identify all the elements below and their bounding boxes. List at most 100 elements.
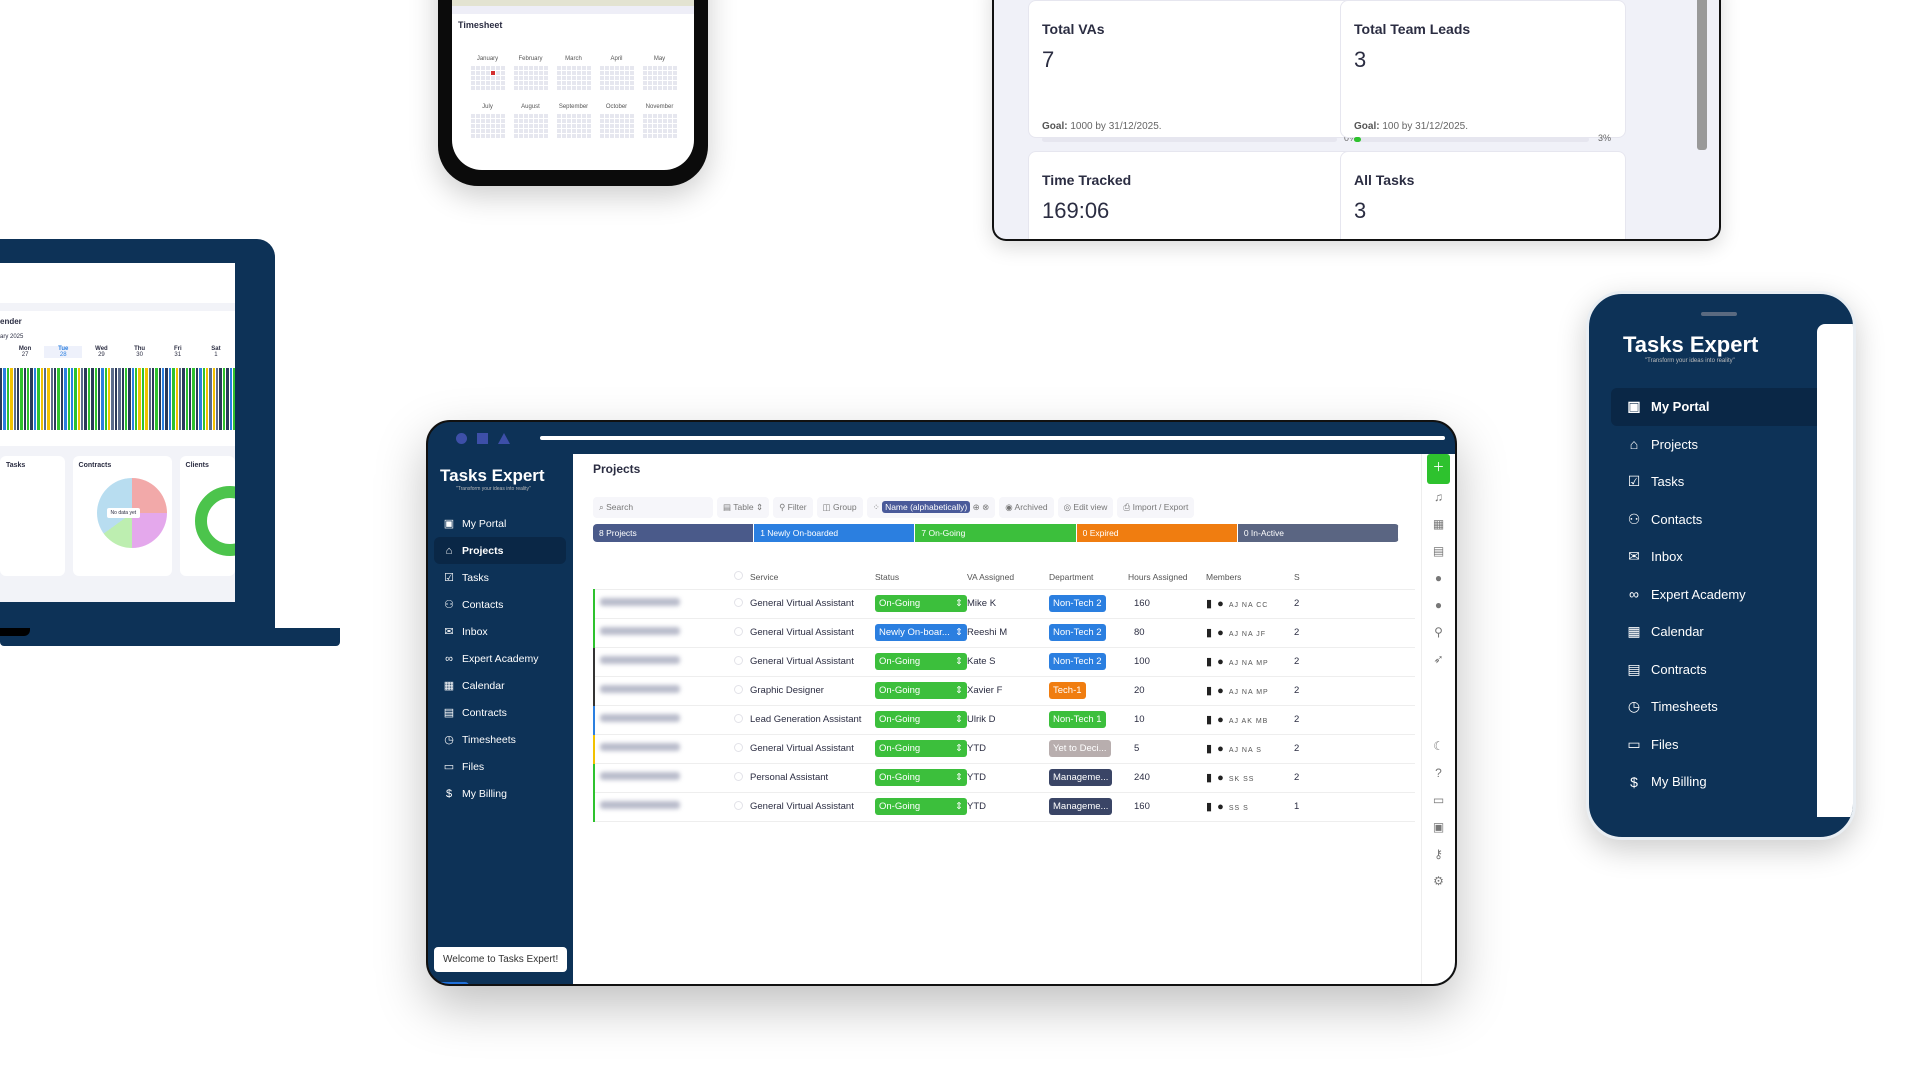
members-cell[interactable]: ▮ ● SS S — [1206, 792, 1294, 822]
sort-button[interactable]: ⁘ Name (alphabetically) ⊕ ⊗ — [866, 497, 996, 518]
sidebar-item-timesheets[interactable]: ◷ Timesheets — [434, 726, 566, 753]
scrollbar[interactable] — [1697, 0, 1707, 150]
status-select[interactable]: On-Going ⇕ — [875, 653, 967, 670]
sidebar-item-calendar[interactable]: ▦ Calendar — [434, 672, 566, 699]
calendar-day[interactable]: Tue 28 — [44, 346, 83, 358]
members-cell[interactable]: ▮ ● AJ NA S — [1206, 734, 1294, 764]
chat-button[interactable]: 💬︎ — [434, 982, 469, 984]
status-select[interactable]: On-Going ⇕ — [875, 769, 967, 786]
add-button[interactable]: ＋ — [1427, 454, 1450, 484]
sidebar-item-my-portal[interactable]: ▣ My Portal — [434, 510, 566, 537]
project-name[interactable] — [593, 792, 734, 822]
members-cell[interactable]: ▮ ● AJ NA JF — [1206, 618, 1294, 648]
column-header[interactable]: Hours Assigned — [1128, 565, 1206, 590]
row-select-radio[interactable] — [734, 676, 750, 706]
summary-segment[interactable]: 0 Expired — [1076, 524, 1238, 542]
edit-view-button[interactable]: ◎ Edit view — [1057, 497, 1114, 518]
department-badge[interactable]: Non-Tech 2 — [1049, 624, 1106, 641]
members-cell[interactable]: ▮ ● AJ NA MP — [1206, 647, 1294, 677]
row-select-radio[interactable] — [734, 705, 750, 735]
column-header[interactable]: Status — [875, 565, 967, 590]
filter-button[interactable]: ⚲ Filter — [773, 497, 813, 518]
folder-icon[interactable]: ▭ — [1422, 787, 1455, 814]
sidebar-item-projects[interactable]: ⌂ Projects — [1611, 426, 1845, 464]
table-row[interactable]: Lead Generation Assistant On-Going ⇕ Ulrik … — [593, 705, 1415, 735]
status-select[interactable]: On-Going ⇕ — [875, 798, 967, 815]
project-name[interactable] — [593, 647, 734, 677]
sidebar-item-contacts[interactable]: ⚇ Contacts — [434, 591, 566, 618]
sidebar-item-projects[interactable]: ⌂ Projects — [434, 537, 566, 564]
table-row[interactable]: Personal Assistant On-Going ⇕ YTD Manageme..… — [593, 763, 1415, 793]
department-badge[interactable]: Manageme... — [1049, 769, 1113, 786]
sidebar-item-expert-academy[interactable]: ∞ Expert Academy — [434, 645, 566, 672]
sidebar-item-tasks[interactable]: ☑ Tasks — [434, 564, 566, 591]
sidebar-item-files[interactable]: ▭ Files — [1611, 726, 1845, 764]
members-cell[interactable]: ▮ ● AJ NA CC — [1206, 589, 1294, 619]
archived-button[interactable]: ◉ Archived — [999, 497, 1054, 518]
project-name[interactable] — [593, 618, 734, 648]
summary-segment[interactable]: 8 Projects — [593, 524, 755, 542]
department-badge[interactable]: Manageme... — [1049, 798, 1113, 815]
row-select-radio[interactable] — [734, 589, 750, 619]
department-badge[interactable]: Non-Tech 2 — [1049, 653, 1106, 670]
help-icon[interactable]: ? — [1422, 760, 1455, 787]
department-badge[interactable]: Non-Tech 1 — [1049, 711, 1106, 728]
row-select-radio[interactable] — [734, 763, 750, 793]
project-name[interactable] — [593, 676, 734, 706]
summary-segment[interactable]: 1 Newly On-boarded — [754, 524, 916, 542]
sidebar-item-contacts[interactable]: ⚇ Contacts — [1611, 501, 1845, 539]
members-cell[interactable]: ▮ ● AJ NA MP — [1206, 676, 1294, 706]
search-input[interactable]: ⌕ Search — [593, 497, 713, 518]
avatar[interactable]: ● — [1422, 565, 1455, 592]
sidebar-item-timesheets[interactable]: ◷ Timesheets — [1611, 688, 1845, 726]
calendar-day[interactable]: Sat 1 — [197, 346, 235, 358]
sidebar-item-my-billing[interactable]: $ My Billing — [1611, 763, 1845, 801]
calendar-day[interactable]: Mon 27 — [6, 346, 44, 358]
table-row[interactable]: General Virtual Assistant Newly On-boar..… — [593, 618, 1415, 648]
sidebar-item-calendar[interactable]: ▦ Calendar — [1611, 613, 1845, 651]
import-export-button[interactable]: ⎙ Import / Export — [1117, 497, 1195, 518]
project-name[interactable] — [593, 589, 734, 619]
bell-icon[interactable]: ♫ — [1422, 484, 1455, 511]
table-row[interactable]: General Virtual Assistant On-Going ⇕ Kate S… — [593, 647, 1415, 677]
status-select[interactable]: Newly On-boar... ⇕ — [875, 624, 967, 641]
archive-icon[interactable]: ▣ — [1422, 814, 1455, 841]
sidebar-item-tasks[interactable]: ☑ Tasks — [1611, 463, 1845, 501]
project-name[interactable] — [593, 763, 734, 793]
project-name[interactable] — [593, 734, 734, 764]
table-row[interactable]: General Virtual Assistant On-Going ⇕ YTD Yet… — [593, 734, 1415, 764]
calendar-day[interactable]: Thu 30 — [121, 346, 159, 358]
sidebar-item-expert-academy[interactable]: ∞ Expert Academy — [1611, 576, 1845, 614]
status-select[interactable]: On-Going ⇕ — [875, 682, 967, 699]
department-badge[interactable]: Tech-1 — [1049, 682, 1086, 699]
column-header[interactable]: Service — [750, 565, 875, 590]
moon-icon[interactable]: ☾ — [1422, 733, 1455, 760]
sidebar-item-files[interactable]: ▭ Files — [434, 753, 566, 780]
row-select-radio[interactable] — [734, 734, 750, 764]
table-row[interactable]: Graphic Designer On-Going ⇕ Xavier F Tech-1 2… — [593, 676, 1415, 706]
sidebar-item-inbox[interactable]: ✉ Inbox — [434, 618, 566, 645]
gear-icon[interactable]: ⚙ — [1422, 868, 1455, 895]
sidebar-item-inbox[interactable]: ✉ Inbox — [1611, 538, 1845, 576]
table-view-button[interactable]: ▤ Table ⇕ — [717, 497, 770, 518]
status-select[interactable]: On-Going ⇕ — [875, 740, 967, 757]
calendar-day[interactable]: Fri 31 — [159, 346, 197, 358]
project-name[interactable] — [593, 705, 734, 735]
group-button[interactable]: ◫ Group — [816, 497, 863, 518]
department-badge[interactable]: Non-Tech 2 — [1049, 595, 1106, 612]
summary-segment[interactable]: 7 On-Going — [915, 524, 1077, 542]
column-header[interactable]: Members — [1206, 565, 1294, 590]
status-select[interactable]: On-Going ⇕ — [875, 595, 967, 612]
key-icon[interactable]: ⚷ — [1422, 841, 1455, 868]
summary-segment[interactable]: 0 In-Active — [1237, 524, 1399, 542]
avatar[interactable]: ● — [1422, 592, 1455, 619]
column-header[interactable]: VA Assigned — [967, 565, 1049, 590]
sidebar-item-contracts[interactable]: ▤ Contracts — [434, 699, 566, 726]
sidebar-item-my-billing[interactable]: $ My Billing — [434, 780, 566, 807]
notes-icon[interactable]: ▤ — [1422, 538, 1455, 565]
sidebar-item-my-portal[interactable]: ▣ My Portal — [1611, 388, 1845, 426]
members-cell[interactable]: ▮ ● SK SS — [1206, 763, 1294, 793]
row-select-radio[interactable] — [734, 792, 750, 822]
table-row[interactable]: General Virtual Assistant On-Going ⇕ YTD Man… — [593, 792, 1415, 822]
status-select[interactable]: On-Going ⇕ — [875, 711, 967, 728]
